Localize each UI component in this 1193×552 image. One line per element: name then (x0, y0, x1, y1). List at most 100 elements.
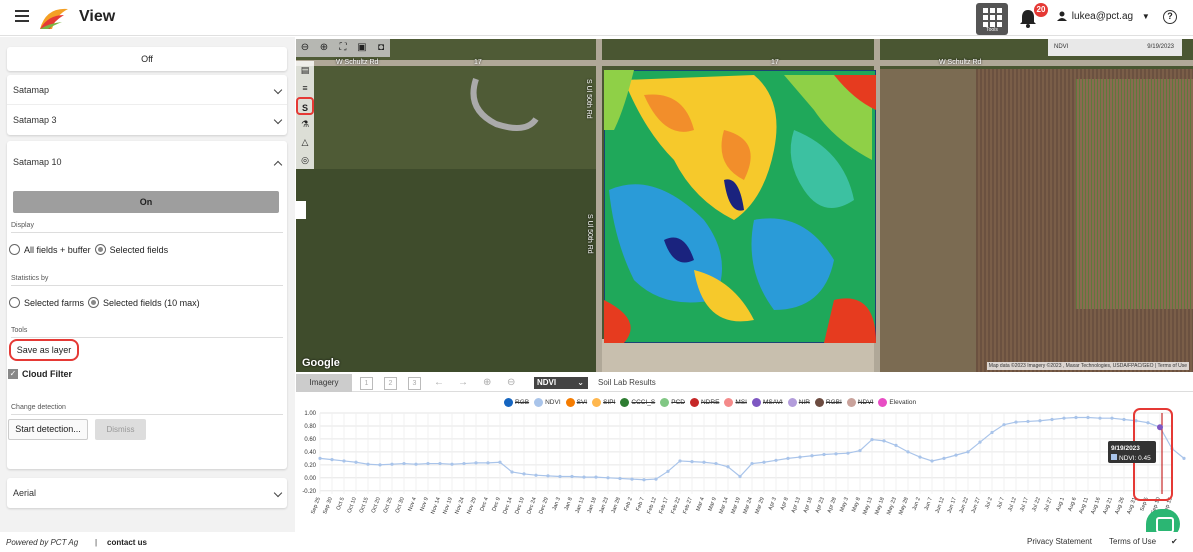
off-button[interactable]: Off (7, 47, 287, 71)
display-options: All fields + buffer Selected fields (9, 244, 168, 255)
layer-selector[interactable]: NDVI 9/19/2023 (1048, 39, 1182, 56)
satamap3-row[interactable]: Satamap 3 (7, 105, 287, 135)
map-icon[interactable]: ▤ (296, 61, 314, 79)
lab-icon[interactable]: ⚗ (296, 115, 314, 133)
satamap10-row[interactable]: Satamap 10 (7, 147, 287, 177)
menu-icon[interactable] (15, 10, 29, 22)
data-point (858, 448, 862, 453)
dismiss-button[interactable]: Dismiss (95, 419, 146, 440)
legend-item[interactable]: MSI (724, 398, 747, 407)
legend-item[interactable]: NDVI (534, 398, 561, 407)
data-point (606, 476, 610, 480)
screenshot-icon[interactable]: ◘ (372, 39, 390, 57)
radio-selected-fields[interactable] (94, 244, 106, 255)
aerial-row: Aerial (7, 478, 287, 508)
help-icon[interactable]: ? (1163, 10, 1177, 24)
legend-item[interactable]: Elevation (878, 398, 916, 407)
data-point (534, 473, 538, 477)
chevron-down-icon (273, 85, 283, 95)
user-email: lukea@pct.ag (1071, 11, 1134, 22)
tab-imagery[interactable]: Imagery (296, 374, 352, 392)
x-tick-label: Aug 21 (1102, 497, 1114, 515)
cloud-filter-checkbox[interactable]: ✓ (8, 369, 18, 379)
legend-item[interactable]: CCCI_S (620, 398, 655, 407)
legend-item[interactable]: MSAVI (751, 398, 783, 407)
legend-swatch (787, 398, 797, 407)
divider (11, 285, 283, 286)
legend-item[interactable]: NDRE (689, 398, 719, 407)
soil-lab-link[interactable]: Soil Lab Results (598, 378, 656, 387)
contact-us-link[interactable]: contact us (107, 538, 147, 547)
satamap-row[interactable]: Satamap (7, 75, 287, 105)
legend-label: PCD (671, 399, 685, 406)
data-point (462, 461, 466, 466)
data-point (942, 456, 946, 460)
x-tick-label: Dec 29 (538, 497, 550, 515)
legend-item[interactable]: NIR (787, 398, 810, 407)
x-tick-label: Jun 12 (935, 497, 946, 515)
user-menu[interactable]: lukea@pct.ag ▼ (1057, 11, 1150, 22)
target-icon[interactable]: ◎ (296, 151, 314, 169)
map-view[interactable]: ⊖ ⊕ ⛶ ▣ ◘ ▤ ≡ S ⚗ △ ◎ NDVI 9/19/2023 W S… (296, 39, 1193, 372)
flask-icon[interactable]: △ (296, 133, 314, 151)
on-button[interactable]: On (13, 191, 279, 213)
legend-item[interactable]: SIPI (592, 398, 615, 407)
start-detection-button[interactable]: Start detection... (8, 419, 88, 440)
x-tick-label: Jun 7 (924, 497, 934, 512)
x-tick-label: May 28 (898, 497, 910, 516)
arrow-left-icon[interactable]: ← (434, 377, 444, 388)
terms-link[interactable]: Terms of Use (1109, 537, 1156, 546)
save-as-layer-button[interactable]: Save as layer (9, 339, 79, 361)
x-tick-label: Feb 17 (658, 497, 669, 515)
index-dropdown[interactable]: NDVI ⌄ (534, 377, 588, 389)
data-point (570, 474, 574, 479)
tools-button[interactable]: Tools (976, 3, 1008, 35)
panel-toggle-icon[interactable] (296, 201, 306, 219)
radio-selected-farms[interactable] (9, 297, 20, 308)
data-point (510, 470, 514, 474)
powered-by-label: Powered by PCT Ag (6, 538, 79, 547)
legend-swatch (878, 398, 888, 407)
twitter-icon[interactable]: ✔ (1171, 537, 1178, 546)
legend-item[interactable]: PCD (660, 398, 685, 407)
x-tick-label: Sep 5 (1139, 497, 1150, 513)
radio-selected-fields-max[interactable] (88, 297, 100, 308)
layer-name: NDVI (1054, 44, 1069, 50)
road-label: W Schultz Rd (336, 59, 379, 66)
legend-item[interactable]: NDVI (846, 398, 873, 407)
view-2-icon[interactable]: 2 (384, 377, 397, 390)
legend-item[interactable]: SVI (565, 398, 587, 407)
y-tick-label: 0.00 (304, 476, 316, 482)
data-point (1182, 456, 1186, 460)
zoom-out-chart-icon[interactable]: ⊖ (507, 377, 515, 388)
x-tick-label: Aug 1 (1055, 497, 1066, 513)
legend-item[interactable]: RGB (504, 398, 529, 407)
fullscreen-icon[interactable]: ⛶ (334, 39, 352, 57)
camera-icon[interactable]: ▣ (353, 39, 371, 57)
cloud-filter-row[interactable]: ✓ Cloud Filter (8, 369, 72, 379)
arrow-right-icon[interactable]: → (458, 377, 468, 388)
legend-item[interactable]: RGBI (814, 398, 842, 407)
data-point (1146, 421, 1150, 425)
zoom-out-icon[interactable]: ⊖ (296, 39, 314, 57)
zoom-in-icon[interactable]: ⊕ (315, 39, 333, 57)
layers-icon[interactable]: ≡ (296, 79, 314, 97)
view-3-icon[interactable]: 3 (408, 377, 421, 390)
x-tick-label: Aug 11 (1078, 497, 1089, 515)
legend-label: CCCI_S (631, 399, 656, 406)
x-tick-label: Apr 13 (791, 497, 802, 514)
view-1-icon[interactable]: 1 (360, 377, 373, 390)
zoom-in-chart-icon[interactable]: ⊕ (483, 377, 491, 388)
x-tick-label: Oct 5 (336, 497, 346, 511)
privacy-link[interactable]: Privacy Statement (1027, 537, 1092, 546)
satamap-icon[interactable]: S (296, 97, 314, 115)
x-tick-label: Oct 15 (359, 497, 370, 514)
legend-label: MSAVI (762, 399, 783, 406)
aerial-card[interactable]: Aerial (7, 478, 287, 508)
radio-all-fields[interactable] (9, 244, 20, 255)
data-point (438, 461, 442, 466)
data-point (366, 462, 370, 466)
road-number: 17 (474, 59, 482, 66)
x-tick-label: Aug 26 (1114, 497, 1126, 515)
google-logo: Google (302, 357, 340, 369)
